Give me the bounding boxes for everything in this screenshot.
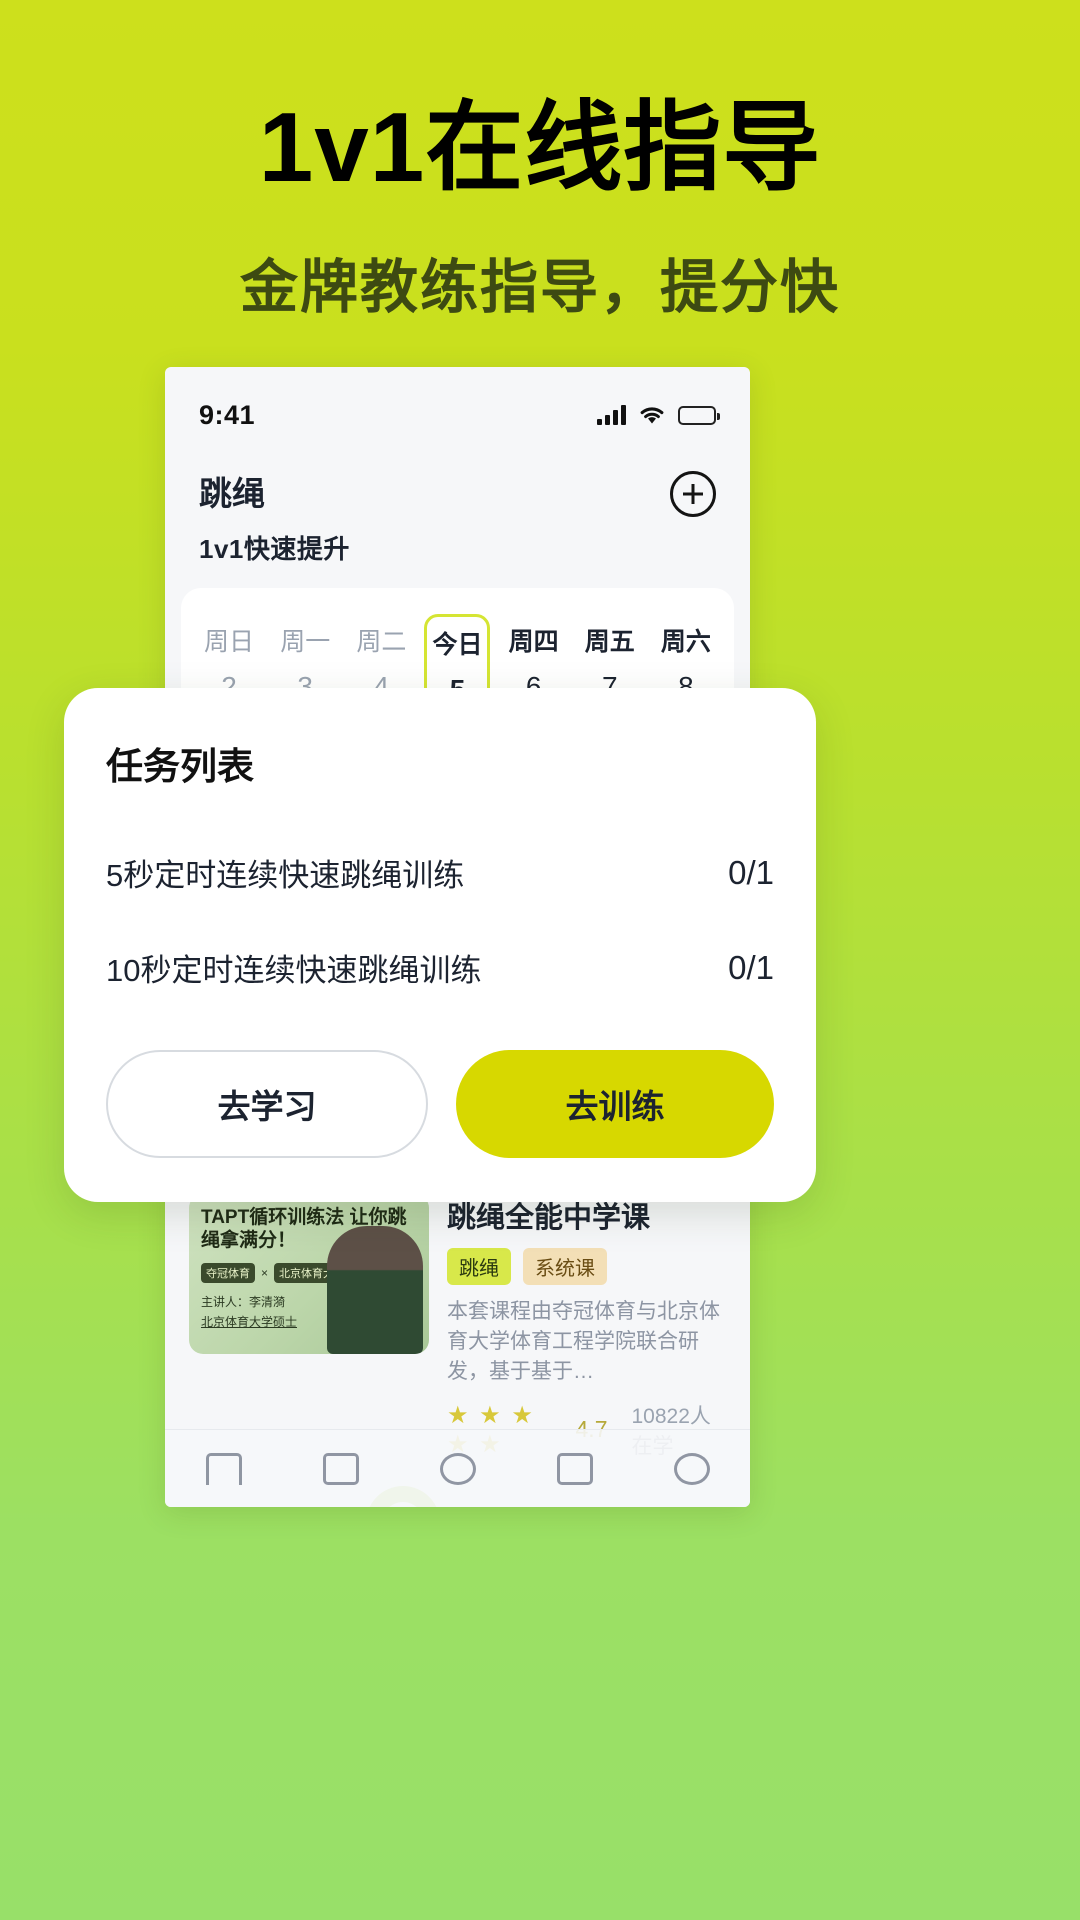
- course-tag-1: 系统课: [523, 1247, 607, 1285]
- week-day-label: 周二: [356, 628, 407, 656]
- week-day-label: 周四: [508, 628, 559, 656]
- page-title: 1v1在线指导: [258, 92, 822, 202]
- app-page-title: 跳绳: [199, 475, 265, 512]
- course-thumbnail[interactable]: TAPT循环训练法 让你跳绳拿满分！ 夺冠体育 × 北京体育大学 主讲人：李清漪…: [189, 1193, 429, 1354]
- status-bar: 9:41: [165, 367, 750, 445]
- go-study-button[interactable]: 去学习: [106, 1050, 428, 1158]
- modal-actions: 去学习 去训练: [106, 1050, 774, 1158]
- task-name: 10秒定时连续快速跳绳训练: [106, 953, 482, 988]
- book-icon[interactable]: [322, 1452, 359, 1485]
- week-day-label: 周日: [204, 628, 255, 656]
- task-list: 5秒定时连续快速跳绳训练 0/1 10秒定时连续快速跳绳训练 0/1: [106, 836, 774, 1026]
- signal-bars-icon: [597, 405, 626, 425]
- page-subtitle: 金牌教练指导，提分快: [239, 255, 840, 320]
- course-info: 跳绳全能中学课 跳绳 系统课 本套课程由夺冠体育与北京体育大学体育工程学院联合研…: [447, 1194, 726, 1460]
- week-day-label: 周五: [584, 628, 635, 656]
- status-icons: [597, 405, 720, 425]
- week-day-label: 今日: [432, 631, 483, 659]
- course-tag-0: 跳绳: [447, 1247, 511, 1285]
- brand-left: 夺冠体育: [201, 1263, 255, 1283]
- modal-title: 任务列表: [106, 746, 254, 787]
- add-button[interactable]: [670, 467, 716, 517]
- task-progress: 0/1: [728, 948, 774, 986]
- poster-page: 1v1在线指导 金牌教练指导，提分快 9:41 跳绳 1v1快速提升 周日 2 …: [0, 0, 1080, 1920]
- bottom-tab-bar: [165, 1429, 750, 1507]
- home-icon[interactable]: [205, 1452, 242, 1485]
- week-day-label: 周一: [280, 628, 331, 656]
- app-page-subtitle: 1v1快速提升: [199, 534, 350, 564]
- plus-icon[interactable]: [439, 1452, 476, 1485]
- task-progress: 0/1: [728, 853, 774, 891]
- course-tags: 跳绳 系统课: [447, 1247, 726, 1285]
- profile-icon[interactable]: [673, 1452, 710, 1485]
- course-description: 本套课程由夺冠体育与北京体育大学体育工程学院联合研发，基于基于…: [447, 1299, 720, 1384]
- plus-circle-icon[interactable]: [670, 471, 716, 517]
- task-name: 5秒定时连续快速跳绳训练: [106, 858, 465, 893]
- status-time: 9:41: [199, 399, 256, 430]
- go-train-button[interactable]: 去训练: [456, 1050, 774, 1158]
- course-card[interactable]: TAPT循环训练法 让你跳绳拿满分！ 夺冠体育 × 北京体育大学 主讲人：李清漪…: [181, 1193, 734, 1460]
- wifi-icon: [638, 405, 666, 425]
- coach-photo: [327, 1225, 423, 1354]
- message-icon[interactable]: [556, 1452, 593, 1485]
- app-header: 跳绳 1v1快速提升: [165, 445, 750, 566]
- battery-icon: [678, 405, 720, 425]
- task-row[interactable]: 10秒定时连续快速跳绳训练 0/1: [106, 931, 774, 1026]
- task-row[interactable]: 5秒定时连续快速跳绳训练 0/1: [106, 836, 774, 931]
- task-list-modal: 任务列表 5秒定时连续快速跳绳训练 0/1 10秒定时连续快速跳绳训练 0/1 …: [64, 688, 816, 1202]
- week-day-label: 周六: [660, 628, 711, 656]
